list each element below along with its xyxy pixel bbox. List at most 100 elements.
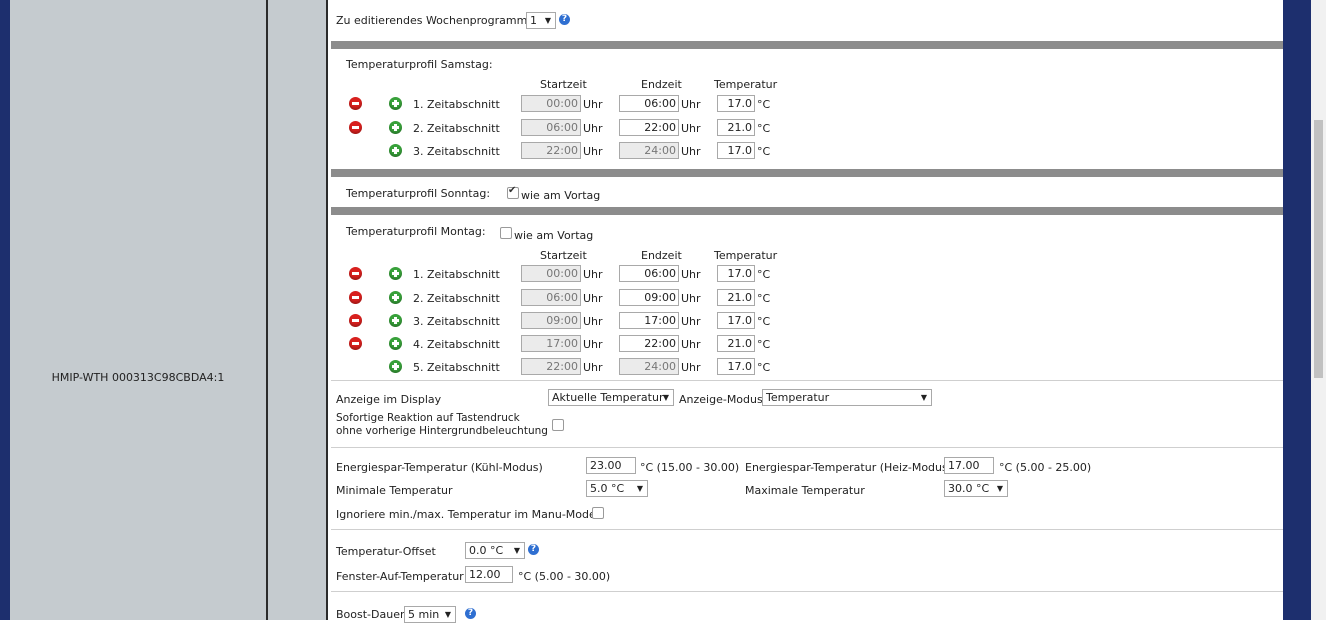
monday-same-label: wie am Vortag xyxy=(514,229,594,242)
energy-cool-input[interactable]: 23.00 xyxy=(586,457,636,474)
end-time-input[interactable]: 17:00 xyxy=(619,312,679,329)
energy-heat-label: Energiespar-Temperatur (Heiz-Modus) xyxy=(745,461,953,474)
unit-uhr: Uhr xyxy=(583,122,603,135)
monday-title: Temperaturprofil Montag: xyxy=(346,225,486,238)
remove-icon[interactable] xyxy=(349,337,362,350)
header-temp: Temperatur xyxy=(714,249,778,262)
start-time-input: 06:00 xyxy=(521,119,581,136)
window-temp-label: Fenster-Auf-Temperatur xyxy=(336,570,464,583)
saturday-title: Temperaturprofil Samstag: xyxy=(346,58,493,71)
end-time-input: 24:00 xyxy=(619,358,679,375)
period-label: 1. Zeitabschnitt xyxy=(413,268,500,281)
temp-input[interactable]: 17.0 xyxy=(717,265,755,282)
unit-uhr: Uhr xyxy=(583,145,603,158)
add-icon[interactable] xyxy=(389,97,402,110)
remove-icon[interactable] xyxy=(349,267,362,280)
sunday-same-label: wie am Vortag xyxy=(521,189,601,202)
header-end: Endzeit xyxy=(641,78,682,91)
unit-uhr: Uhr xyxy=(681,338,701,351)
period-label: 4. Zeitabschnitt xyxy=(413,338,500,351)
unit-uhr: Uhr xyxy=(583,292,603,305)
header-start: Startzeit xyxy=(540,249,587,262)
help-icon[interactable]: ? xyxy=(465,608,476,619)
energy-heat-input[interactable]: 17.00 xyxy=(944,457,994,474)
end-time-input[interactable]: 22:00 xyxy=(619,119,679,136)
add-icon[interactable] xyxy=(389,144,402,157)
display-label: Anzeige im Display xyxy=(336,393,442,406)
temp-input[interactable]: 17.0 xyxy=(717,95,755,112)
add-icon[interactable] xyxy=(389,267,402,280)
end-time-input: 24:00 xyxy=(619,142,679,159)
ignore-minmax-checkbox[interactable] xyxy=(592,507,604,519)
unit-uhr: Uhr xyxy=(681,122,701,135)
start-time-input: 00:00 xyxy=(521,95,581,112)
left-frame xyxy=(0,0,10,620)
offset-select[interactable]: 0.0 °C ▼ xyxy=(465,542,525,559)
instant-reaction-checkbox[interactable] xyxy=(552,419,564,431)
unit-uhr: Uhr xyxy=(681,98,701,111)
window-temp-range: °C (5.00 - 30.00) xyxy=(518,570,611,583)
section-divider xyxy=(331,41,1283,49)
remove-icon[interactable] xyxy=(349,291,362,304)
monday-same-checkbox[interactable] xyxy=(500,227,512,239)
energy-cool-range: °C (15.00 - 30.00) xyxy=(640,461,740,474)
help-icon[interactable]: ? xyxy=(528,544,539,555)
start-time-input: 06:00 xyxy=(521,289,581,306)
period-label: 2. Zeitabschnitt xyxy=(413,292,500,305)
sunday-title: Temperaturprofil Sonntag: xyxy=(346,187,491,200)
divider xyxy=(331,529,1283,530)
unit-celsius: °C xyxy=(757,338,771,351)
scrollbar-thumb[interactable] xyxy=(1314,120,1323,378)
end-time-input[interactable]: 06:00 xyxy=(619,95,679,112)
divider xyxy=(331,380,1283,381)
channel-column xyxy=(268,0,328,620)
unit-uhr: Uhr xyxy=(583,315,603,328)
temp-input[interactable]: 21.0 xyxy=(717,289,755,306)
add-icon[interactable] xyxy=(389,360,402,373)
temp-input[interactable]: 17.0 xyxy=(717,312,755,329)
end-time-input[interactable]: 22:00 xyxy=(619,335,679,352)
max-temp-select[interactable]: 30.0 °C ▼ xyxy=(944,480,1008,497)
boost-select[interactable]: 5 min ▼ xyxy=(404,606,456,623)
max-temp-label: Maximale Temperatur xyxy=(745,484,865,497)
end-time-input[interactable]: 09:00 xyxy=(619,289,679,306)
period-label: 1. Zeitabschnitt xyxy=(413,98,500,111)
display-select[interactable]: Aktuelle Temperatur ▼ xyxy=(548,389,674,406)
add-icon[interactable] xyxy=(389,314,402,327)
program-select[interactable]: 1 ▼ xyxy=(526,12,556,29)
add-icon[interactable] xyxy=(389,121,402,134)
remove-icon[interactable] xyxy=(349,314,362,327)
divider xyxy=(331,591,1283,592)
unit-celsius: °C xyxy=(757,122,771,135)
add-icon[interactable] xyxy=(389,337,402,350)
start-time-input: 09:00 xyxy=(521,312,581,329)
sunday-same-checkbox[interactable] xyxy=(507,185,519,199)
unit-celsius: °C xyxy=(757,315,771,328)
offset-label: Temperatur-Offset xyxy=(336,545,436,558)
device-column xyxy=(10,0,268,620)
device-name: HMIP-WTH 000313C98CBDA4:1 xyxy=(51,371,225,384)
display-mode-label: Anzeige-Modus xyxy=(679,393,763,406)
header-end: Endzeit xyxy=(641,249,682,262)
end-time-input[interactable]: 06:00 xyxy=(619,265,679,282)
unit-celsius: °C xyxy=(757,292,771,305)
help-icon[interactable]: ? xyxy=(559,14,570,25)
header-start: Startzeit xyxy=(540,78,587,91)
temp-input[interactable]: 21.0 xyxy=(717,119,755,136)
unit-uhr: Uhr xyxy=(681,268,701,281)
min-temp-select[interactable]: 5.0 °C ▼ xyxy=(586,480,648,497)
window-temp-input[interactable]: 12.00 xyxy=(465,566,513,583)
temp-input[interactable]: 17.0 xyxy=(717,142,755,159)
start-time-input: 22:00 xyxy=(521,142,581,159)
energy-heat-range: °C (5.00 - 25.00) xyxy=(999,461,1092,474)
display-mode-select[interactable]: Temperatur ▼ xyxy=(762,389,932,406)
remove-icon[interactable] xyxy=(349,97,362,110)
temp-input[interactable]: 21.0 xyxy=(717,335,755,352)
unit-uhr: Uhr xyxy=(583,338,603,351)
unit-uhr: Uhr xyxy=(583,361,603,374)
start-time-input: 00:00 xyxy=(521,265,581,282)
remove-icon[interactable] xyxy=(349,121,362,134)
temp-input[interactable]: 17.0 xyxy=(717,358,755,375)
add-icon[interactable] xyxy=(389,291,402,304)
header-temp: Temperatur xyxy=(714,78,778,91)
